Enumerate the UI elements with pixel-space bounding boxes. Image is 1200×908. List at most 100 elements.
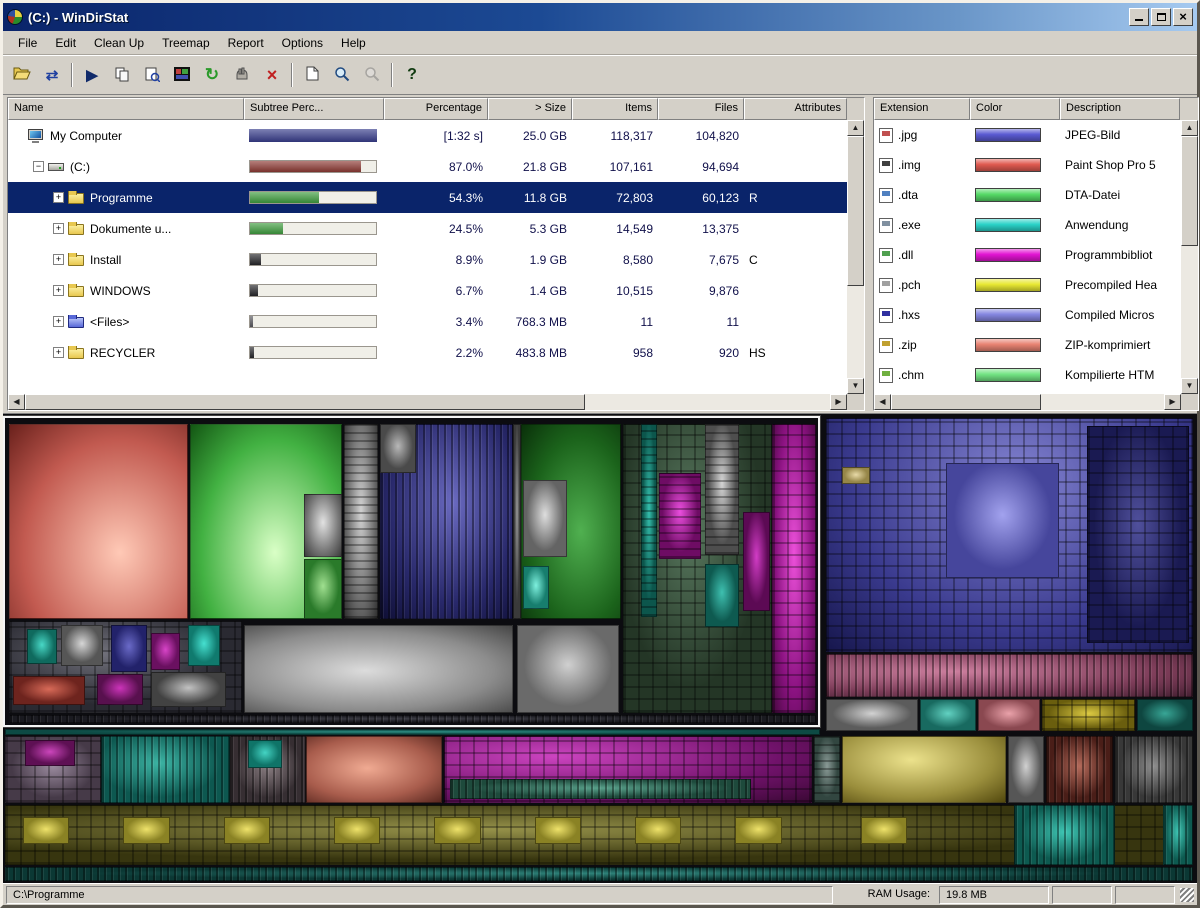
treemap-cell[interactable] [188, 625, 220, 666]
tree-header-name[interactable]: Name [8, 98, 244, 120]
help-button[interactable]: ? [398, 61, 426, 89]
menu-clean-up[interactable]: Clean Up [85, 33, 153, 53]
extension-hscroll-thumb[interactable] [891, 394, 1041, 410]
treemap-cell[interactable] [523, 480, 567, 558]
list-item[interactable]: .zipZIP-komprimiert [874, 330, 1198, 360]
treemap-cell[interactable] [1163, 805, 1193, 864]
extension-vscroll-thumb[interactable] [1181, 136, 1198, 246]
table-row[interactable]: −(C:)87.0%21.8 GB107,16194,694 [8, 151, 864, 182]
treemap-cell[interactable] [450, 779, 751, 799]
treemap-cell[interactable] [1087, 426, 1189, 643]
list-item[interactable]: .dllProgrammbibliot [874, 240, 1198, 270]
treemap-cell[interactable] [13, 676, 85, 705]
extension-vertical-scrollbar[interactable]: ▲ ▼ [1181, 120, 1198, 394]
list-item[interactable]: .chmKompilierte HTM [874, 360, 1198, 390]
scroll-down-arrow-icon[interactable]: ▼ [1181, 378, 1198, 394]
treemap-cell[interactable] [842, 467, 870, 483]
resize-grip[interactable] [1180, 888, 1194, 902]
treemap-cell[interactable] [920, 699, 976, 732]
menu-edit[interactable]: Edit [46, 33, 85, 53]
treemap-cell[interactable] [304, 494, 342, 557]
table-row[interactable]: +RECYCLER2.2%483.8 MB958920HS [8, 337, 864, 368]
treemap-cell[interactable] [61, 625, 103, 666]
tree-header-attributes[interactable]: Attributes [744, 98, 847, 120]
treemap-cell[interactable] [861, 817, 907, 844]
ext-header-extension[interactable]: Extension [874, 98, 970, 120]
tree-hscroll-thumb[interactable] [25, 394, 585, 410]
treemap-cell[interactable] [27, 629, 57, 664]
table-row[interactable]: +Programme54.3%11.8 GB72,80360,123R [8, 182, 864, 213]
maximize-button[interactable] [1151, 8, 1171, 26]
list-item[interactable]: .jpgJPEG-Bild [874, 120, 1198, 150]
treemap-cell[interactable] [735, 817, 781, 844]
scroll-right-arrow-icon[interactable]: ▶ [830, 394, 847, 410]
treemap-cell[interactable] [772, 424, 816, 713]
scroll-up-arrow-icon[interactable]: ▲ [1181, 120, 1198, 136]
treemap-cell[interactable] [842, 736, 1007, 804]
treemap-view[interactable] [3, 413, 1197, 883]
tree-horizontal-scrollbar[interactable]: ◀ ▶ [8, 394, 847, 410]
treemap-cell[interactable] [9, 715, 816, 723]
treemap-cell[interactable] [705, 564, 739, 627]
treemap-cell[interactable] [334, 817, 380, 844]
copy-button[interactable] [108, 61, 136, 89]
treemap-cell[interactable] [304, 559, 342, 618]
table-row[interactable]: +Install8.9%1.9 GB8,5807,675C [8, 244, 864, 275]
list-item[interactable]: .pchPrecompiled Hea [874, 270, 1198, 300]
treemap-cell[interactable] [523, 566, 549, 609]
expander-toggle[interactable]: + [53, 347, 64, 358]
treemap-cell[interactable] [25, 740, 75, 767]
table-row[interactable]: +Dokumente u...24.5%5.3 GB14,54913,375 [8, 213, 864, 244]
treemap-cell[interactable] [705, 424, 739, 555]
table-row[interactable]: +WINDOWS6.7%1.4 GB10,5159,876 [8, 275, 864, 306]
table-row[interactable]: My Computer[1:32 s]25.0 GB118,317104,820 [8, 120, 864, 151]
minimize-button[interactable] [1129, 8, 1149, 26]
treemap-cell[interactable] [814, 736, 840, 804]
expander-toggle[interactable]: + [53, 254, 64, 265]
treemap-cell[interactable] [5, 729, 820, 734]
expander-toggle[interactable]: − [33, 161, 44, 172]
treemap-cell[interactable] [151, 672, 225, 707]
treemap-cell[interactable] [535, 817, 581, 844]
tree-header-items[interactable]: Items [572, 98, 658, 120]
treemap-cell[interactable] [641, 424, 657, 617]
treemap-cell[interactable] [826, 699, 918, 732]
zoom-in-button[interactable] [328, 61, 356, 89]
title-bar[interactable]: (C:) - WinDirStat × [3, 3, 1197, 31]
refresh-all-button[interactable]: ⇄ [38, 61, 66, 89]
treemap-cell[interactable] [635, 817, 681, 844]
tree-vscroll-thumb[interactable] [847, 136, 864, 286]
table-row[interactable]: +<Files>3.4%768.3 MB1111 [8, 306, 864, 337]
expander-toggle[interactable]: + [53, 285, 64, 296]
menu-options[interactable]: Options [273, 33, 332, 53]
treemap-cell[interactable] [743, 512, 769, 610]
scroll-up-arrow-icon[interactable]: ▲ [847, 120, 864, 136]
list-item[interactable]: .exeAnwendung [874, 210, 1198, 240]
refresh-selected-button[interactable]: ↻ [198, 61, 226, 89]
expander-toggle[interactable]: + [53, 223, 64, 234]
treemap-cell[interactable] [5, 867, 1193, 881]
tree-header--size[interactable]: > Size [488, 98, 572, 120]
expander-toggle[interactable]: + [53, 316, 64, 327]
treemap-cell[interactable] [97, 674, 143, 705]
treemap-cell[interactable] [946, 463, 1058, 578]
treemap-cell[interactable] [23, 817, 69, 844]
treemap-cell[interactable] [151, 633, 179, 670]
menu-file[interactable]: File [9, 33, 46, 53]
explorer-button[interactable] [138, 61, 166, 89]
go-button[interactable]: ▶ [78, 61, 106, 89]
treemap-cell[interactable] [659, 473, 701, 559]
menu-treemap[interactable]: Treemap [153, 33, 219, 53]
tree-header-files[interactable]: Files [658, 98, 744, 120]
close-button[interactable]: × [1173, 8, 1193, 26]
list-item[interactable]: .dtaDTA-Datei [874, 180, 1198, 210]
treemap-cell[interactable] [248, 740, 282, 769]
treemap-cell[interactable] [244, 625, 513, 713]
extension-horizontal-scrollbar[interactable]: ◀ ▶ [874, 394, 1181, 410]
treemap-cell[interactable] [306, 736, 442, 804]
menu-report[interactable]: Report [219, 33, 273, 53]
treemap-cell[interactable] [101, 736, 229, 804]
list-item[interactable]: .imgPaint Shop Pro 5 [874, 150, 1198, 180]
treemap-cell[interactable] [978, 699, 1040, 732]
treemap-cell[interactable] [1042, 699, 1134, 732]
